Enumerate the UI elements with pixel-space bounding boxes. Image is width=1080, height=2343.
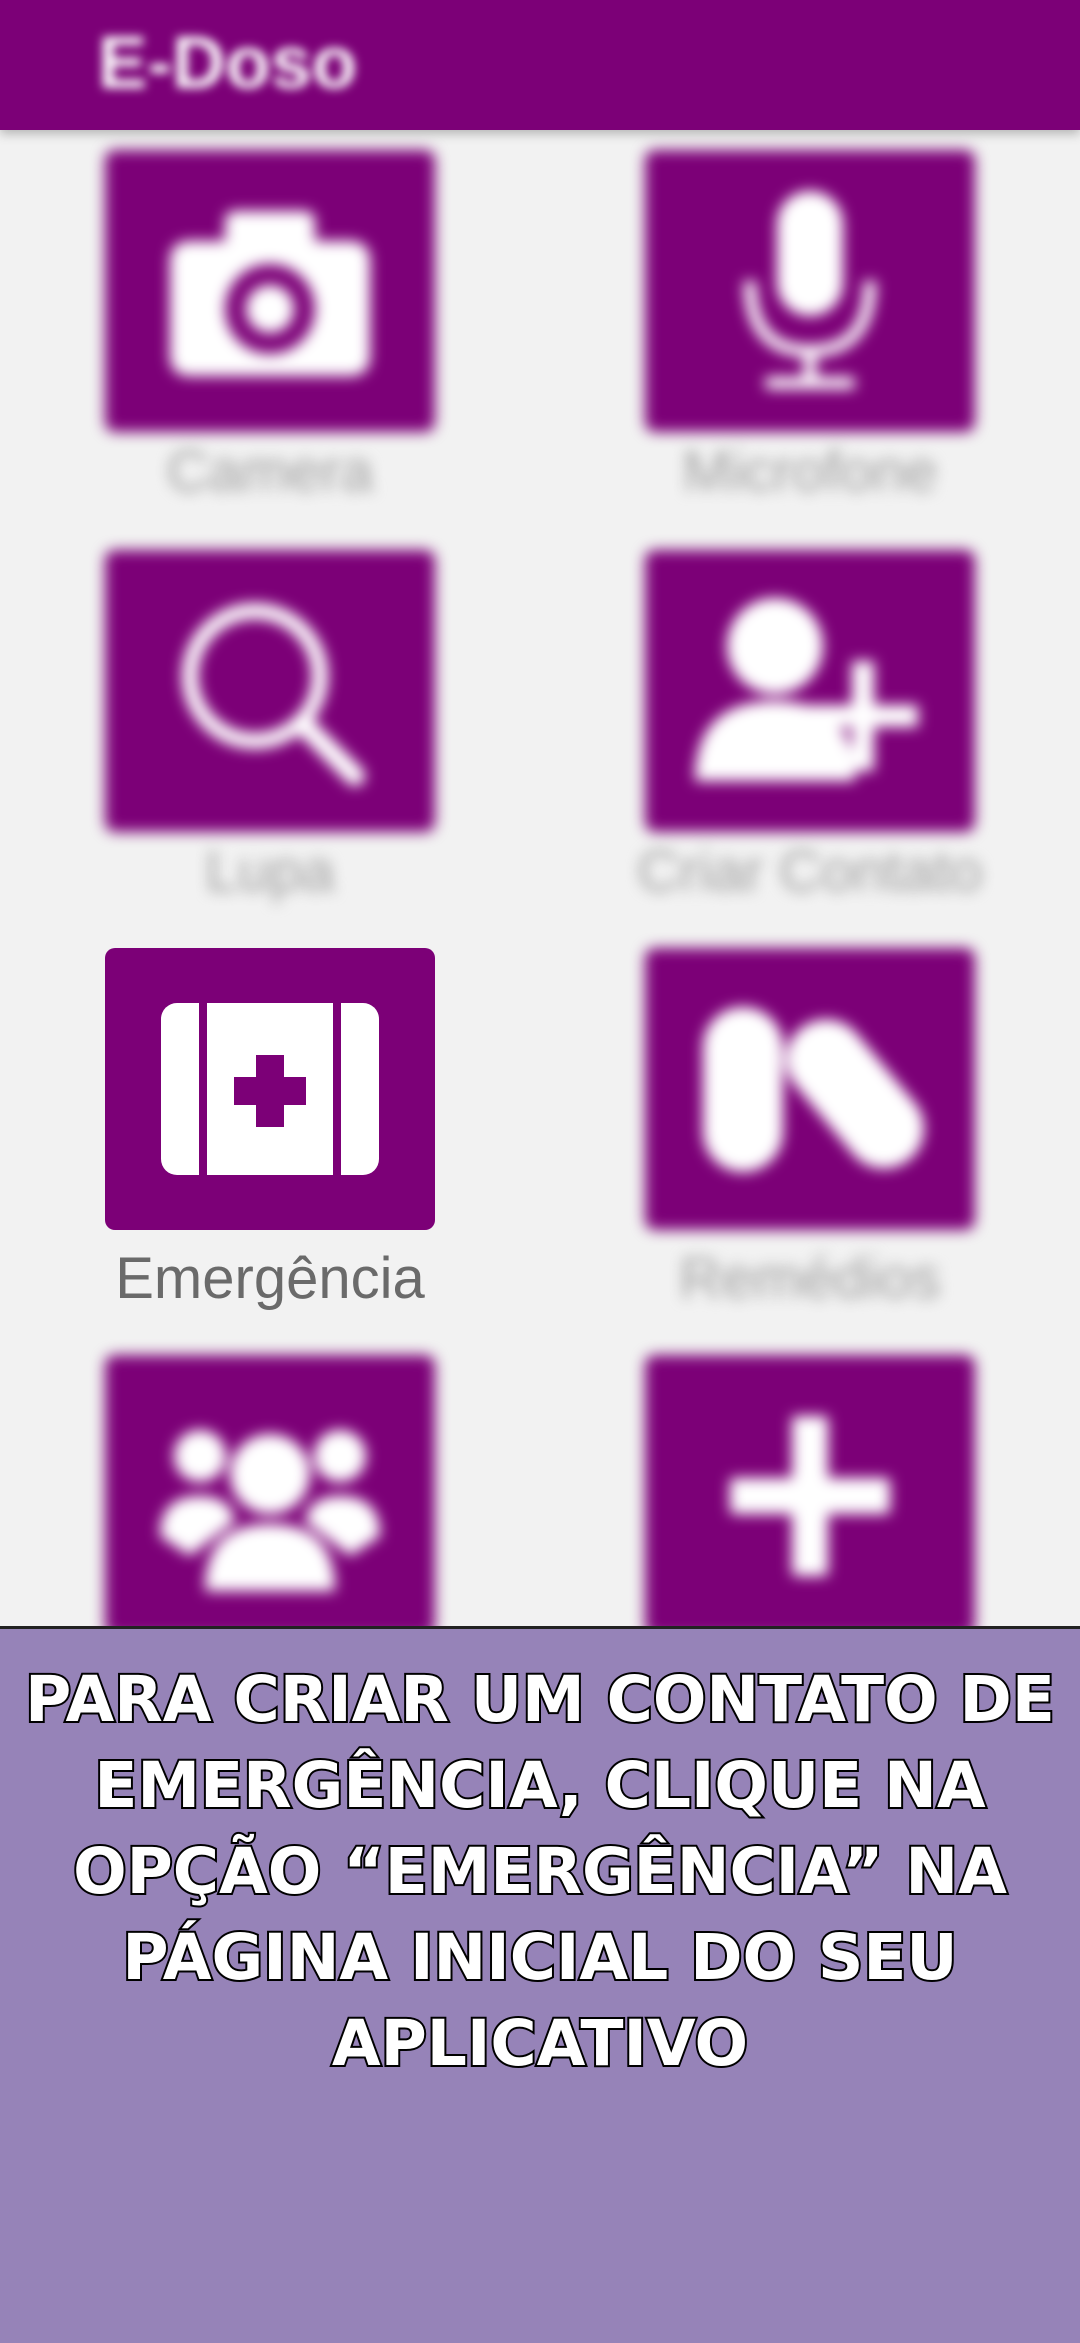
camera-label: Camera: [166, 439, 374, 504]
pills-icon: [703, 1007, 924, 1172]
app-bar: E-Doso: [0, 0, 1080, 130]
camera-button[interactable]: [105, 150, 435, 432]
add-contact-icon: [695, 598, 918, 781]
instruction-banner: PARA CRIAR UM CONTATO DE EMERGÊNCIA, CLI…: [0, 1626, 1080, 2343]
add-contact-button[interactable]: [645, 550, 975, 832]
instruction-text: PARA CRIAR UM CONTATO DE EMERGÊNCIA, CLI…: [23, 1661, 1057, 2082]
microphone-button[interactable]: [645, 150, 975, 432]
magnifier-label: Lupa: [205, 839, 335, 904]
magnifier-button[interactable]: [105, 550, 435, 832]
plus-icon: [730, 1416, 890, 1576]
add-button[interactable]: [645, 1355, 975, 1637]
app-title: E-Doso: [98, 21, 357, 104]
camera-icon: [170, 211, 370, 376]
magnifier-icon: [182, 603, 365, 786]
medicines-button[interactable]: [645, 948, 975, 1230]
group-button[interactable]: [105, 1355, 435, 1637]
emergency-button[interactable]: [105, 948, 435, 1230]
first-aid-kit-icon: [161, 1003, 379, 1175]
microphone-icon: [744, 191, 876, 389]
medicines-label: Remédios: [679, 1246, 941, 1311]
add-contact-label: Criar Contato: [637, 839, 983, 904]
emergency-label: Emergência: [115, 1246, 425, 1311]
microphone-label: Microfone: [682, 439, 938, 504]
group-icon: [160, 1430, 380, 1591]
